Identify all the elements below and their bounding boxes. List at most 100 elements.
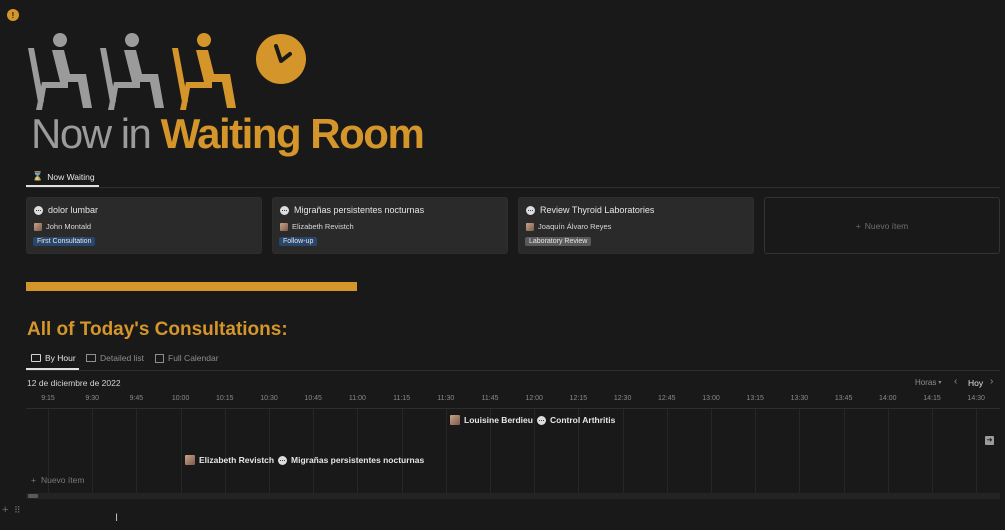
timeline-event[interactable]: … Migrañas persistentes nocturnas [278, 455, 424, 465]
waiting-card[interactable]: … dolor lumbar John Montald First Consult… [26, 197, 262, 254]
time-tick-label: 13:15 [746, 395, 764, 402]
card-tag: Follow-up [279, 237, 318, 246]
avatar [450, 415, 460, 425]
card-person: Elizabeth Revistch [292, 222, 354, 231]
card-title: Review Thyroid Laboratories [540, 205, 655, 215]
waiting-card[interactable]: … Review Thyroid Laboratories Joaquín Álv… [518, 197, 754, 254]
horizontal-scrollbar[interactable] [26, 493, 1000, 499]
time-grid-line [269, 408, 270, 493]
timeline-event[interactable]: Elizabeth Revistch [185, 455, 274, 465]
card-tag: First Consultation [33, 237, 96, 246]
avatar [185, 455, 195, 465]
add-block-icon[interactable]: + [2, 504, 8, 516]
time-tick-label: 12:45 [658, 395, 676, 402]
page-title: Now in Waiting Room [31, 110, 425, 158]
card-title: Migrañas persistentes nocturnas [294, 205, 425, 215]
timeline-event[interactable]: … Control Arthritis [537, 415, 615, 425]
seated-person-icon [172, 33, 236, 110]
tab-detailed-list[interactable]: Detailed list [86, 353, 144, 363]
time-grid-line [401, 408, 403, 493]
time-tick-label: 12:00 [525, 395, 543, 402]
time-tick-label: 12:30 [613, 395, 632, 402]
avatar [34, 222, 42, 231]
timeline-new-item-label: Nuevo ítem [40, 475, 85, 485]
next-button[interactable]: › [990, 376, 993, 387]
time-tick-label: 13:30 [790, 395, 809, 402]
time-tick-label: 10:30 [260, 395, 278, 402]
title-emphasis: Waiting Room [160, 110, 425, 157]
tab-full-calendar-label: Full Calendar [168, 353, 219, 363]
divider [26, 370, 1000, 371]
chat-icon: … [34, 205, 43, 215]
time-grid-line [224, 408, 226, 493]
chat-icon: … [537, 415, 546, 425]
plus-icon: + [31, 475, 36, 485]
time-tick-label: 10:00 [171, 395, 190, 402]
time-tick-label: 14:15 [923, 395, 941, 402]
time-grid-line [887, 408, 889, 493]
time-tick-label: 12:15 [569, 395, 588, 402]
time-grid-line [799, 408, 801, 493]
time-tick-label: 11:45 [481, 395, 499, 402]
plus-icon: + [855, 220, 861, 231]
time-tick-label: 14:30 [967, 395, 985, 402]
time-tick-label: 9:45 [129, 395, 144, 402]
time-grid-line [976, 408, 978, 493]
time-grid-line [313, 408, 315, 493]
today-button[interactable]: Hoy [968, 378, 983, 388]
tab-now-waiting[interactable]: ⌛ Now Waiting [32, 171, 95, 182]
time-grid-line [136, 408, 138, 493]
chat-icon: … [526, 205, 535, 215]
avatar [280, 222, 288, 231]
tab-detailed-list-label: Detailed list [100, 353, 144, 363]
clock-icon [256, 34, 306, 84]
new-card-label: Nuevo ítem [864, 220, 909, 231]
time-grid-line [666, 408, 668, 493]
time-grid-line [755, 408, 757, 493]
prev-button[interactable]: ‹ [954, 376, 957, 387]
avatar [526, 222, 534, 231]
chat-icon: … [280, 205, 289, 215]
time-tick-label: 9:15 [41, 395, 55, 402]
time-tick-label: 9:30 [85, 395, 99, 402]
timeline-event[interactable]: Louisine Berdieu [450, 415, 533, 425]
time-tick-label: 10:15 [216, 395, 234, 402]
tab-by-hour-label: By Hour [45, 353, 76, 363]
time-tick-label: 13:00 [702, 395, 720, 402]
event-label: Migrañas persistentes nocturnas [291, 455, 425, 465]
seated-person-icon [28, 33, 92, 110]
event-label: Louisine Berdieu [464, 415, 533, 425]
scroll-right-button[interactable]: ➜ [985, 436, 994, 445]
time-grid-line [357, 408, 359, 493]
tab-by-hour[interactable]: By Hour [31, 353, 76, 363]
new-card-button[interactable]: + Nuevo ítem [764, 197, 1000, 254]
time-grid-line [622, 408, 624, 493]
time-grid-line [932, 408, 933, 493]
time-tick-label: 11:15 [393, 395, 411, 402]
text-cursor-icon: I [115, 512, 119, 524]
calendar-icon [155, 353, 164, 363]
time-grid-line [534, 408, 536, 493]
scale-label: Horas [915, 378, 937, 387]
scale-dropdown[interactable]: Horas ▾ [915, 378, 941, 388]
time-tick-label: 10:45 [304, 395, 322, 402]
time-grid-line [843, 408, 845, 493]
chat-icon: … [278, 455, 287, 465]
tab-full-calendar[interactable]: Full Calendar [155, 353, 219, 363]
title-prefix: Now in [31, 110, 152, 157]
time-grid-line [711, 408, 712, 493]
event-label: Control Arthritis [550, 415, 616, 425]
card-person: Joaquín Álvaro Reyes [538, 222, 612, 231]
hourglass-icon: ⌛ [32, 171, 44, 181]
time-grid-line [92, 408, 94, 493]
card-tag: Laboratory Review [525, 237, 592, 246]
page-icon[interactable]: ! [7, 9, 19, 21]
timeline-new-item-button[interactable]: + Nuevo ítem [31, 475, 84, 485]
table-icon [86, 354, 96, 362]
time-tick-label: 11:30 [437, 395, 455, 402]
card-title: dolor lumbar [48, 205, 99, 215]
drag-handle-icon[interactable]: ⠿ [14, 505, 21, 516]
accent-divider [26, 282, 357, 291]
scrollbar-thumb[interactable] [28, 494, 38, 498]
waiting-card[interactable]: … Migrañas persistentes nocturnas Elizabe… [272, 197, 508, 254]
